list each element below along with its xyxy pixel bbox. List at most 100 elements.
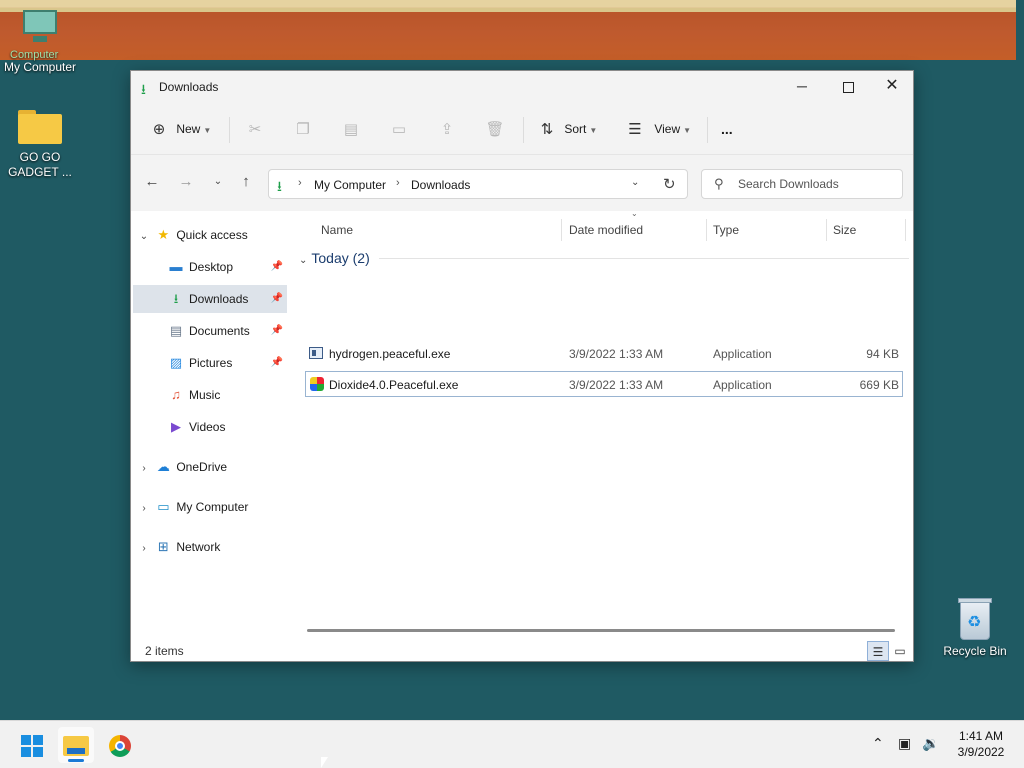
file-size: 669 KB	[859, 378, 899, 392]
sidebar-item-label: Quick access	[176, 228, 248, 242]
sidebar-item-videos[interactable]: ▶ Videos	[167, 413, 287, 441]
view-button[interactable]: ☰ View ▼	[625, 115, 691, 143]
taskbar-file-explorer[interactable]	[58, 727, 94, 763]
sidebar-item-downloads[interactable]: ⭳ Downloads 📌	[133, 285, 287, 313]
sidebar-item-network[interactable]: › ⊞ Network	[137, 533, 287, 561]
table-row[interactable]: hydrogen.peaceful.exe 3/9/2022 1:33 AM A…	[305, 341, 903, 367]
sidebar-item-label: Videos	[189, 420, 226, 434]
system-clock[interactable]: 1:41 AM 3/9/2022	[946, 728, 1016, 760]
search-box[interactable]: ⚲	[701, 169, 903, 199]
chevron-right-icon: ›	[396, 177, 400, 189]
copy-icon: ❐	[296, 120, 310, 138]
maximize-button[interactable]	[825, 71, 871, 101]
title-bar[interactable]: ⭳ Downloads ─ ✕	[131, 71, 913, 103]
mouse-cursor-icon	[321, 757, 328, 768]
view-label: View	[654, 122, 681, 136]
windows-logo-icon	[21, 734, 43, 757]
start-button[interactable]	[14, 727, 50, 763]
divider	[826, 219, 827, 241]
back-button[interactable]: ←	[141, 171, 163, 193]
column-header-date-modified[interactable]: Date modified	[569, 217, 643, 243]
clock-date: 3/9/2022	[957, 745, 1005, 759]
share-button[interactable]: ⇪	[437, 115, 457, 143]
sidebar-item-label: Pictures	[189, 356, 233, 370]
refresh-icon[interactable]: ↻	[663, 175, 676, 193]
details-view-icon: ☰	[872, 645, 884, 659]
paste-button[interactable]: ▤	[341, 115, 361, 143]
divider	[707, 117, 708, 143]
sidebar-item-label: Network	[176, 540, 221, 554]
sidebar-item-desktop[interactable]: ▬ Desktop 📌	[167, 253, 287, 281]
sidebar-item-music[interactable]: ♫ Music	[167, 381, 287, 409]
chevron-down-icon[interactable]: ⌄	[137, 223, 151, 251]
table-row[interactable]: Dioxide4.0.Peaceful.exe 3/9/2022 1:33 AM…	[305, 371, 903, 397]
tiles-view-icon: ▭	[894, 644, 906, 658]
active-indicator	[68, 759, 84, 762]
copy-button[interactable]: ❐	[293, 115, 313, 143]
sidebar-item-label: OneDrive	[176, 460, 228, 474]
sort-arrows-icon: ⇅	[540, 120, 554, 138]
recent-locations-button[interactable]: ⌄	[207, 171, 229, 193]
item-count: 2 items	[145, 644, 184, 658]
file-date: 3/9/2022 1:33 AM	[569, 347, 664, 361]
navigation-pane: ⌄ ★ Quick access ▬ Desktop 📌 ⭳ Downloads 📌 …	[131, 211, 289, 631]
window-title: Downloads	[159, 80, 219, 94]
column-header-name[interactable]: Name	[321, 217, 353, 243]
network-icon[interactable]: ▣	[898, 735, 911, 752]
breadcrumb-my-computer[interactable]: My Computer	[314, 178, 386, 192]
file-type: Application	[713, 378, 772, 392]
address-history-dropdown[interactable]: ⌄	[631, 177, 639, 188]
sort-button[interactable]: ⇅ Sort ▼	[537, 115, 598, 143]
rename-icon: ▭	[391, 120, 407, 138]
monitor-icon: ▭	[157, 499, 170, 514]
minimize-button[interactable]: ─	[779, 71, 825, 101]
picture-icon: ▨	[169, 355, 183, 370]
sidebar-item-label: Music	[189, 388, 221, 402]
tiles-view-button[interactable]: ▭	[889, 641, 911, 661]
column-header-size[interactable]: Size	[833, 217, 856, 243]
desktop-icon-label: GO GO	[19, 150, 61, 164]
up-button[interactable]: ↑	[235, 171, 257, 193]
close-icon: ✕	[885, 77, 899, 94]
delete-button[interactable]: 🗑	[485, 115, 505, 143]
desktop-icon-my-computer[interactable]: Computer My Computer	[0, 6, 80, 75]
desktop-icon-recycle-bin[interactable]: ♻ Recycle Bin	[935, 596, 1015, 659]
scissors-icon: ✂	[248, 120, 262, 138]
speaker-icon[interactable]: 🔉	[922, 735, 939, 752]
chevron-right-icon[interactable]: ›	[137, 535, 151, 563]
column-header-type[interactable]: Type	[713, 217, 739, 243]
file-size: 94 KB	[866, 347, 899, 361]
taskbar-chrome[interactable]	[102, 727, 138, 763]
sidebar-item-onedrive[interactable]: › ☁ OneDrive	[137, 453, 287, 481]
rename-button[interactable]: ▭	[389, 115, 409, 143]
forward-button[interactable]: →	[175, 171, 197, 193]
cut-button[interactable]: ✂	[245, 115, 265, 143]
chevron-up-icon[interactable]: ⌃	[872, 735, 884, 752]
close-button[interactable]: ✕	[869, 71, 915, 101]
more-options-button[interactable]: ...	[721, 115, 733, 143]
details-view-button[interactable]: ☰	[867, 641, 889, 661]
application-icon	[310, 377, 324, 391]
group-header-today[interactable]: ⌄ Today (2)	[299, 247, 370, 269]
file-name: Dioxide4.0.Peaceful.exe	[329, 378, 459, 392]
sidebar-item-pictures[interactable]: ▨ Pictures 📌	[167, 349, 287, 377]
breadcrumb-downloads[interactable]: Downloads	[411, 178, 470, 192]
sidebar-item-quick-access[interactable]: ⌄ ★ Quick access	[137, 221, 287, 249]
desktop-icon-overlay-text: Computer	[10, 49, 59, 61]
chevron-down-icon: ▼	[683, 126, 692, 135]
arrow-left-icon: ←	[144, 173, 160, 190]
sidebar-item-my-computer[interactable]: › ▭ My Computer	[137, 493, 287, 521]
taskbar: ⌃ ▣ 🔉 1:41 AM 3/9/2022	[0, 720, 1024, 768]
horizontal-scrollbar[interactable]	[307, 629, 895, 632]
chevron-right-icon[interactable]: ›	[137, 455, 151, 483]
address-bar[interactable]: ⭳ › My Computer › Downloads ⌄ ↻	[268, 169, 688, 199]
new-button[interactable]: ⊕ New ▼	[149, 115, 212, 143]
search-input[interactable]	[738, 175, 898, 193]
plus-circle-icon: ⊕	[152, 120, 166, 138]
desktop-glitch-banner	[0, 0, 1016, 60]
file-list-pane: Name ⌄ Date modified Type Size ⌄ Today (2…	[291, 209, 913, 631]
group-label: Today (2)	[311, 250, 370, 266]
sidebar-item-documents[interactable]: ▤ Documents 📌	[167, 317, 287, 345]
desktop-icon-go-go-gadget[interactable]: GO GO GADGET ...	[0, 108, 80, 180]
chevron-right-icon[interactable]: ›	[137, 495, 151, 523]
